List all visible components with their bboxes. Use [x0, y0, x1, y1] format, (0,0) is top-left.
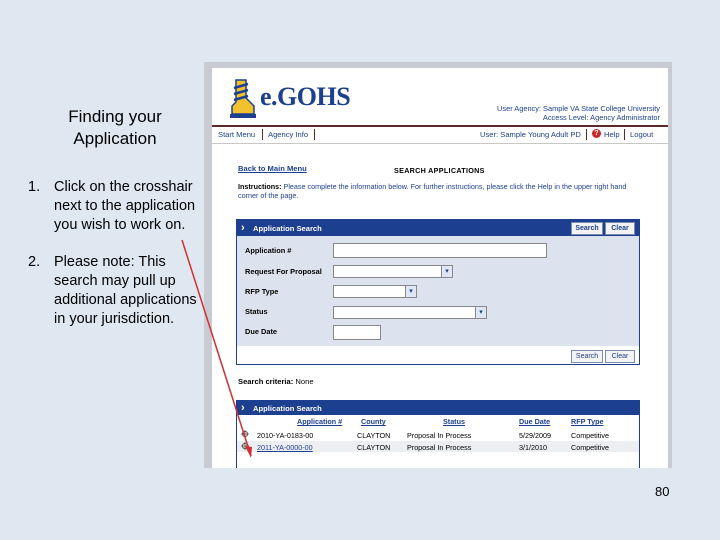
due-date-label: Due Date [245, 327, 278, 336]
nav-start-menu[interactable]: Start Menu [218, 130, 255, 139]
step-number: 2. [28, 254, 41, 270]
help-icon[interactable]: ? [592, 129, 601, 138]
request-for-proposal-select[interactable]: ▾ [333, 265, 453, 278]
results-header-row: Application # County Status Due Date RFP… [237, 415, 639, 426]
step-item: 1. Click on the crosshair next to the ap… [28, 178, 198, 235]
logo-text: e.GOHS [260, 82, 351, 111]
cell-application-number: 2010-YA-0183-00 [257, 431, 314, 440]
cell-due-date: 3/1/2010 [519, 443, 547, 452]
application-number-input[interactable] [333, 243, 547, 258]
search-criteria: Search criteria: None [238, 377, 314, 386]
status-select[interactable]: ▾ [333, 306, 487, 319]
search-panel-title: Application Search [253, 224, 322, 233]
egohs-logo: e.GOHS [226, 76, 351, 124]
cell-county: CLAYTON [357, 431, 391, 440]
step-text: Please note: This search may pull up add… [54, 254, 197, 327]
boot-icon [230, 79, 256, 118]
slide-title-line2: Application [73, 129, 157, 148]
step-number: 1. [28, 179, 41, 195]
application-number-label: Application # [245, 246, 292, 255]
agency-info: User Agency: Sample VA State College Uni… [497, 104, 660, 122]
rfp-type-label: RFP Type [245, 287, 279, 296]
agency-line: User Agency: Sample VA State College Uni… [497, 104, 660, 113]
nav-separator [262, 129, 263, 140]
cell-status: Proposal In Process [407, 443, 472, 452]
slide-title-line1: Finding your [68, 107, 162, 126]
cell-rfp-type: Competitive [571, 443, 609, 452]
status-label: Status [245, 307, 268, 316]
step-text: Click on the crosshair next to the appli… [54, 179, 196, 233]
nav-logout[interactable]: Logout [630, 130, 653, 139]
step-list: 1. Click on the crosshair next to the ap… [28, 178, 198, 347]
column-county[interactable]: County [361, 417, 386, 426]
nav-separator [624, 129, 625, 140]
app-screenshot: e.GOHS User Agency: Sample VA State Coll… [204, 62, 672, 468]
nav-bar: Start Menu Agency Info User: Sample Youn… [212, 125, 668, 144]
crosshair-icon[interactable] [241, 442, 249, 450]
chevron-down-icon: ▾ [405, 286, 416, 297]
nav-separator [314, 129, 315, 140]
back-to-main-menu-link[interactable]: Back to Main Menu [238, 164, 307, 173]
page-title: SEARCH APPLICATIONS [394, 166, 485, 175]
chevron-right-icon: › [241, 222, 245, 234]
search-criteria-value: None [295, 377, 314, 386]
access-level-line: Access Level: Agency Administrator [542, 113, 660, 122]
clear-button-top[interactable]: Clear [605, 222, 635, 235]
cell-status: Proposal In Process [407, 431, 472, 440]
instructions-label: Instructions: [238, 182, 282, 191]
clear-button-bottom[interactable]: Clear [605, 350, 635, 363]
search-button-bottom[interactable]: Search [571, 350, 603, 363]
table-row: 2010-YA-0183-00 CLAYTON Proposal In Proc… [237, 429, 639, 440]
search-button-top[interactable]: Search [571, 222, 603, 235]
rfp-type-select[interactable]: ▾ [333, 285, 417, 298]
search-panel: › Application Search Search Clear Applic… [236, 219, 640, 365]
results-panel-title: Application Search [253, 404, 322, 413]
chevron-down-icon: ▾ [475, 307, 486, 318]
results-panel-header: › Application Search [237, 401, 639, 415]
request-for-proposal-label: Request For Proposal [245, 267, 322, 276]
step-item: 2. Please note: This search may pull up … [28, 253, 198, 329]
app-window: e.GOHS User Agency: Sample VA State Coll… [212, 68, 668, 468]
page-number: 80 [655, 484, 670, 499]
table-row: 2011-YA-0000-00 CLAYTON Proposal In Proc… [237, 441, 639, 452]
search-criteria-label: Search criteria: [238, 377, 294, 386]
column-status[interactable]: Status [443, 417, 465, 426]
chevron-down-icon: ▾ [441, 266, 452, 277]
search-panel-body: Application # Request For Proposal ▾ RFP… [237, 236, 639, 364]
cell-county: CLAYTON [357, 443, 391, 452]
crosshair-icon[interactable] [241, 430, 249, 438]
cell-due-date: 5/29/2009 [519, 431, 551, 440]
due-date-input[interactable] [333, 325, 381, 340]
instructions: Instructions: Please complete the inform… [238, 182, 638, 200]
nav-separator [586, 129, 587, 140]
search-panel-footer: Search Clear [237, 346, 639, 364]
cell-rfp-type: Competitive [571, 431, 609, 440]
nav-help[interactable]: Help [604, 130, 620, 139]
slide-title: Finding your Application [40, 106, 190, 150]
chevron-right-icon: › [241, 402, 245, 414]
nav-user: User: Sample Young Adult PD [480, 130, 581, 139]
results-panel: › Application Search Application # Count… [236, 400, 640, 468]
nav-agency-info[interactable]: Agency Info [268, 130, 308, 139]
column-application-number[interactable]: Application # [297, 417, 342, 426]
instructions-text: Please complete the information below. F… [238, 182, 627, 200]
column-due-date[interactable]: Due Date [519, 417, 550, 426]
cell-application-number-link[interactable]: 2011-YA-0000-00 [257, 443, 313, 452]
column-rfp-type[interactable]: RFP Type [571, 417, 603, 426]
search-panel-header: › Application Search Search Clear [237, 220, 639, 236]
